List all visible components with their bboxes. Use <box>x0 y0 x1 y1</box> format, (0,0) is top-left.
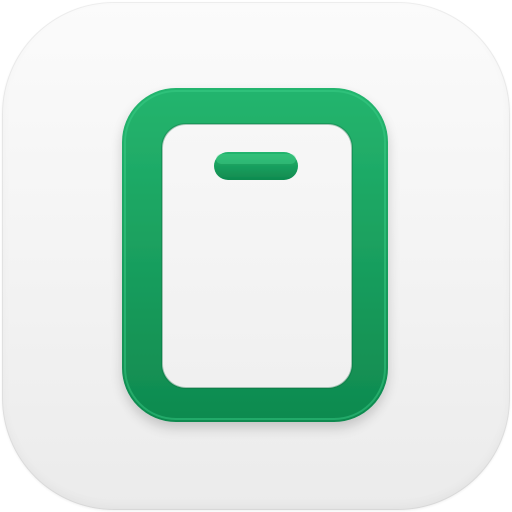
app-icon[interactable] <box>2 2 510 510</box>
icon-stage <box>0 0 512 512</box>
tablet-icon <box>122 88 388 422</box>
